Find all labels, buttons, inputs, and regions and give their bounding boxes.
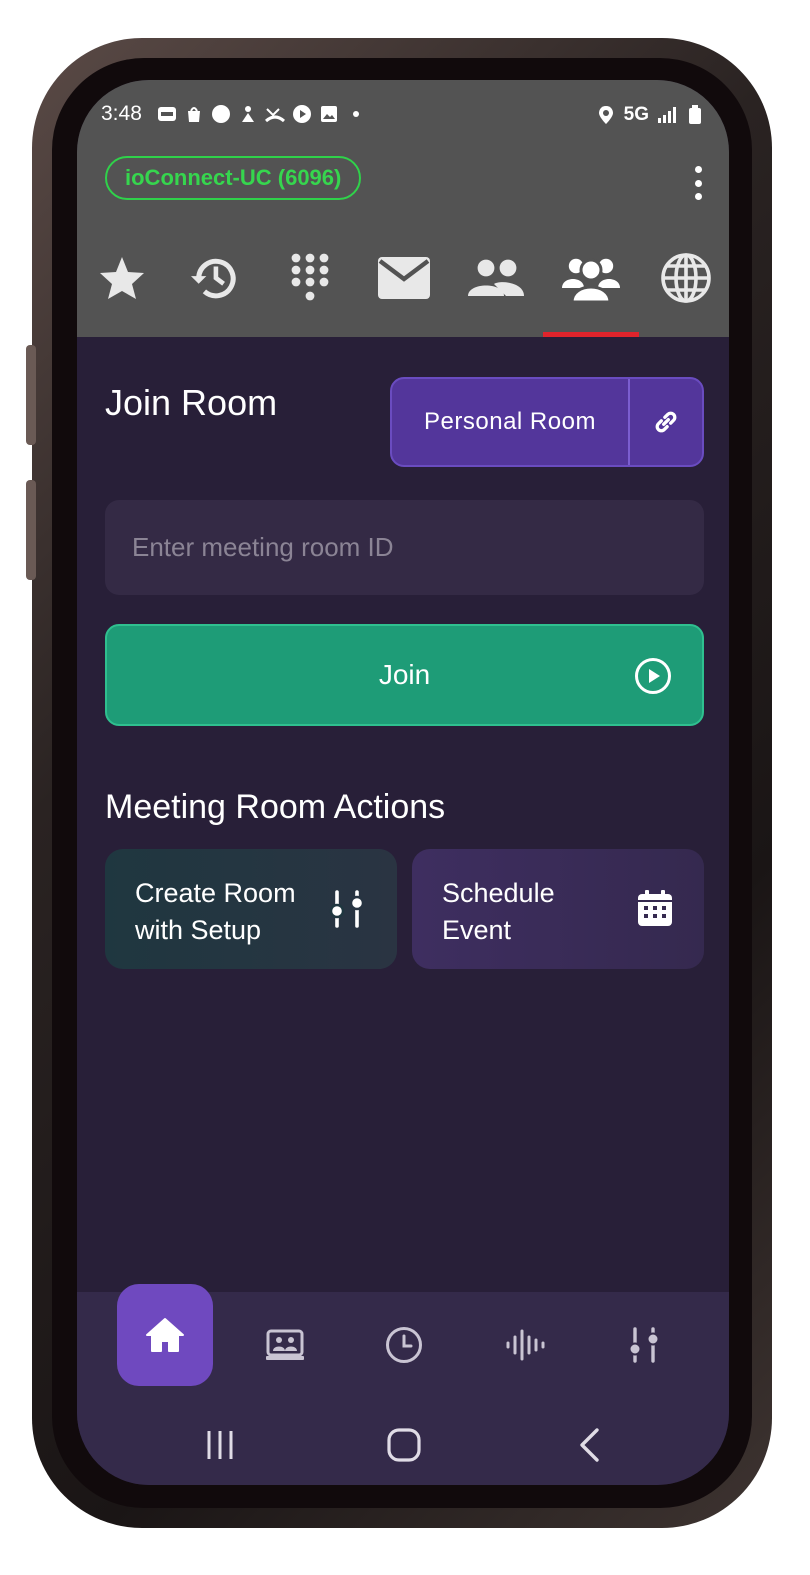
dialpad-icon	[291, 253, 329, 301]
schedule-event-label-line1: Schedule	[442, 878, 555, 908]
create-room-label-line2: with Setup	[135, 915, 262, 945]
bottom-nav-home[interactable]	[117, 1284, 213, 1386]
bottom-nav	[77, 1284, 729, 1485]
schedule-event-label-line2: Event	[442, 915, 512, 945]
circle-icon	[211, 104, 231, 124]
clock-icon	[386, 1327, 422, 1363]
missed-call-icon	[265, 104, 285, 124]
dot-icon	[346, 104, 366, 124]
home-icon	[146, 1318, 184, 1352]
network-type: 5G	[623, 104, 649, 125]
volume-button	[26, 345, 36, 445]
meeting-room-id-input[interactable]	[105, 500, 704, 595]
star-icon	[100, 257, 144, 299]
history-icon	[191, 258, 236, 299]
create-room-label-line1: Create Room	[135, 878, 296, 908]
group-icon	[562, 258, 620, 304]
signal-icon	[657, 105, 677, 125]
location-icon	[596, 105, 616, 125]
personal-room-button[interactable]: Personal Room	[390, 377, 704, 467]
power-button	[26, 480, 36, 580]
contacts-icon	[468, 259, 524, 296]
notification-icons	[157, 104, 366, 124]
schedule-event-button[interactable]: Schedule Event	[412, 849, 704, 969]
image-icon	[319, 104, 339, 124]
calendar-icon	[636, 889, 674, 939]
personal-room-label[interactable]: Personal Room	[392, 379, 628, 465]
tab-rooms[interactable]	[556, 248, 626, 308]
status-bar: 3:48 5G	[77, 100, 729, 132]
person-icon	[238, 104, 258, 124]
mail-icon	[378, 257, 430, 299]
shopping-bag-icon	[184, 104, 204, 124]
battery-icon	[685, 105, 705, 125]
bottom-nav-history[interactable]	[374, 1320, 434, 1370]
join-button[interactable]: Join	[105, 624, 704, 726]
tab-dialpad[interactable]	[275, 248, 345, 308]
recent-apps-icon	[207, 1431, 233, 1459]
app-header: 3:48 5G ioConnect-UC (6096)	[77, 80, 729, 337]
tab-history[interactable]	[179, 248, 249, 308]
audio-waveform-icon	[506, 1329, 545, 1361]
app-screen: 3:48 5G ioConnect-UC (6096) Join Room Pe…	[77, 80, 729, 1485]
bottom-nav-settings[interactable]	[614, 1320, 674, 1370]
bottom-nav-rooms[interactable]	[255, 1320, 315, 1370]
back-button[interactable]	[559, 1420, 619, 1470]
link-icon	[655, 411, 677, 433]
play-circle-icon	[634, 657, 672, 702]
back-icon	[580, 1428, 599, 1462]
active-tab-indicator	[543, 332, 639, 337]
home-system-button[interactable]	[374, 1420, 434, 1470]
meeting-room-actions-title: Meeting Room Actions	[105, 788, 446, 826]
play-icon	[292, 104, 312, 124]
meeting-board-icon	[266, 1329, 304, 1360]
create-room-button[interactable]: Create Room with Setup	[105, 849, 397, 969]
globe-icon	[661, 253, 711, 303]
copy-link-button[interactable]	[630, 379, 702, 465]
schedule-event-label: Schedule Event	[442, 875, 632, 949]
tab-messages[interactable]	[369, 248, 439, 308]
status-time: 3:48	[101, 102, 142, 125]
sliders-icon	[329, 889, 367, 939]
system-nav-bar	[77, 1420, 729, 1470]
join-button-label: Join	[378, 659, 431, 690]
account-badge[interactable]: ioConnect-UC (6096)	[105, 156, 362, 200]
main-nav-tabs	[77, 248, 729, 328]
bottom-nav-audio[interactable]	[495, 1320, 555, 1370]
sliders-icon	[628, 1327, 660, 1363]
more-options-icon[interactable]	[693, 166, 703, 200]
join-room-title: Join Room	[105, 382, 278, 423]
home-circle-icon	[387, 1428, 421, 1462]
recent-apps-button[interactable]	[190, 1420, 250, 1470]
create-room-label: Create Room with Setup	[135, 875, 325, 949]
system-status-icons: 5G	[596, 104, 705, 126]
ring-icon	[157, 104, 177, 124]
tab-web[interactable]	[651, 248, 721, 308]
tab-contacts[interactable]	[461, 248, 531, 308]
tab-favorites[interactable]	[87, 248, 157, 308]
